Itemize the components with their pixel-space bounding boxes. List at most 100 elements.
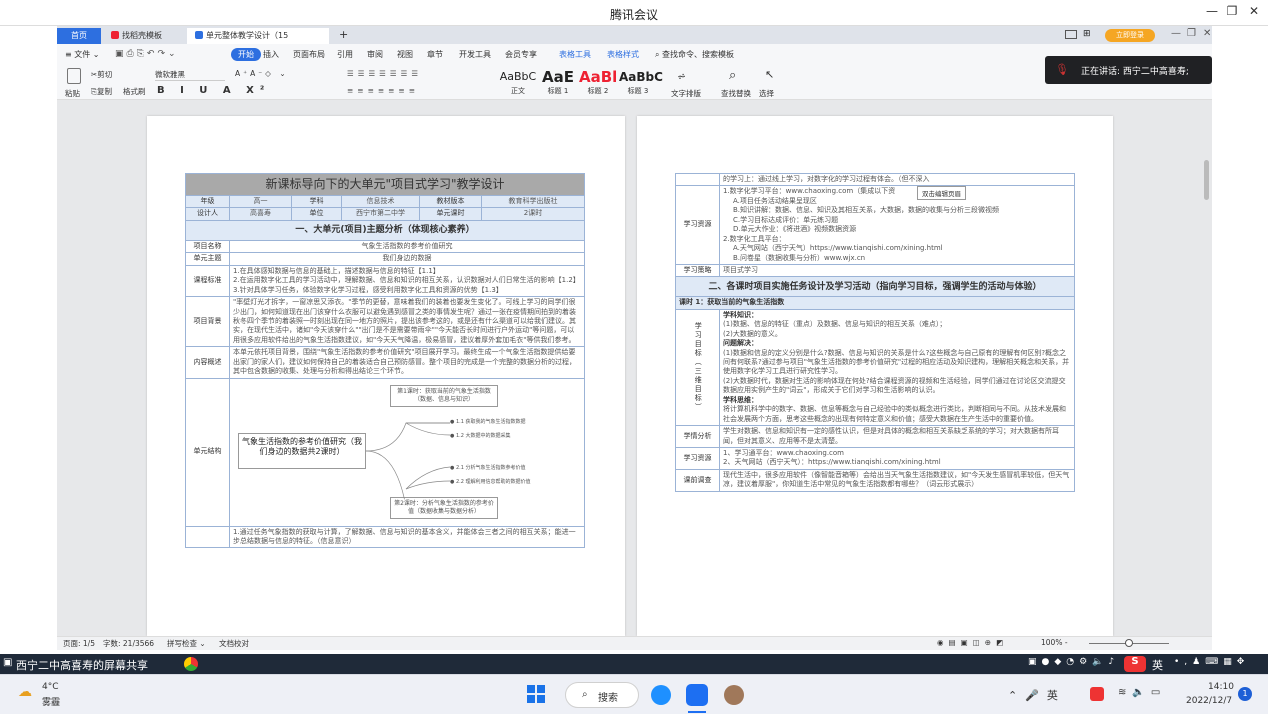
style-normal[interactable]: AaBbC 正文 (499, 68, 537, 96)
analysis-label: 学情分析 (675, 425, 720, 448)
strategy-value[interactable]: 项目式学习 (719, 263, 1075, 278)
resources-value[interactable]: 1.数字化学习平台：www.chaoxing.com（集成以下资 A.项目任务活… (719, 185, 1075, 265)
taskbar-search[interactable]: ⌕ 搜索 (565, 682, 639, 708)
spell-check[interactable]: 拼写检查 ⌄ (167, 638, 206, 649)
style-h2[interactable]: AaBl 标题 2 (579, 68, 617, 96)
menu-reference[interactable]: 引用 (337, 49, 353, 60)
new-tab-button[interactable]: + (331, 28, 348, 44)
ime-mode[interactable]: 英 (1152, 657, 1163, 673)
survey-label: 课前调查 (675, 468, 720, 492)
survey-value[interactable]: 现代生活中，很多应用软件（像智能音箱等）会给出当天气象生活指数建议，如"今天发生… (719, 468, 1075, 492)
style-h1[interactable]: AaE 标题 1 (539, 68, 577, 96)
select-button[interactable]: 选择 (759, 88, 774, 99)
grade-value[interactable]: 高一 (229, 194, 292, 209)
copy-button[interactable]: ⎘复制 (91, 86, 112, 97)
view-mode-icons[interactable]: ◉▤▣◫⊕◩ (937, 638, 1008, 647)
structure-label: 单元结构 (185, 377, 230, 527)
window-close-icon[interactable]: ✕ (1203, 28, 1211, 39)
paste-icon[interactable] (67, 68, 81, 84)
menu-layout[interactable]: 页面布局 (293, 49, 325, 60)
font-style-buttons[interactable]: B I U A X² (157, 85, 270, 96)
edge-icon[interactable] (651, 685, 671, 705)
menu-chapter[interactable]: 章节 (427, 49, 443, 60)
word-count[interactable]: 字数: 21/3566 (103, 638, 154, 649)
notification-badge[interactable]: 1 (1238, 687, 1252, 701)
ime-toolbar-icons[interactable]: •,♟⌨▦✥ (1174, 657, 1249, 667)
find-icon: ⌕ (729, 68, 737, 83)
style-normal-preview: AaBbC (499, 70, 537, 83)
zoom-slider-handle[interactable] (1125, 639, 1133, 647)
scrollbar-thumb[interactable] (1204, 160, 1209, 200)
font-size-buttons[interactable]: A⁺A⁻◇ ⌄ (235, 69, 289, 78)
lesson-resources-value[interactable]: 1、学习通平台：www.chaoxing.com 2、天气网站（西宁天气）：ht… (719, 446, 1075, 470)
tencent-meeting-icon[interactable] (686, 684, 708, 706)
menu-file[interactable]: ≡ 文件 ⌄ (65, 49, 100, 60)
overview-value[interactable]: 本单元依托项目背景，围绕"气象生活指数的参考价值研究"项目展开学习。最终生成一个… (229, 346, 585, 379)
zoom-level[interactable]: 100% - (1041, 638, 1068, 647)
network-sound-icons[interactable]: ≋🔈▭ (1118, 687, 1166, 698)
windows-taskbar: ☁ 4°C 雾霾 ⌕ 搜索 ⌃🎤英 ≋🔈▭ 14:10 2022/12/7 1 (0, 674, 1268, 714)
close-button[interactable]: ✕ (1245, 4, 1263, 18)
project-name-value[interactable]: 气象生活指数的参考价值研究 (229, 239, 585, 254)
menu-dev[interactable]: 开发工具 (459, 49, 491, 60)
chrome-icon[interactable] (184, 657, 198, 671)
text-layout-button[interactable]: 文字排版 (671, 88, 701, 99)
standards-label: 课程标准 (185, 264, 230, 298)
designer-value[interactable]: 高喜寿 (229, 207, 292, 221)
login-button[interactable]: 立即登录 (1105, 29, 1155, 42)
textbook-value[interactable]: 教育科学出版社 (481, 194, 585, 209)
paste-label[interactable]: 粘贴 (65, 88, 80, 99)
search-command[interactable]: ⌕ 查找命令、搜索模板 (655, 49, 734, 60)
menu-member[interactable]: 会员专享 (505, 49, 537, 60)
menu-insert[interactable]: 插入 (263, 49, 279, 60)
start-icon[interactable] (527, 685, 545, 703)
goal-value[interactable]: 1.通过任务气象指数的获取与计算，了解数据、信息与知识的基本含义，并能体会三者之… (229, 525, 585, 549)
unit-org-value[interactable]: 西宁市第二中学 (341, 207, 420, 221)
cut-button[interactable]: ✂剪切 (91, 69, 112, 80)
menu-table-tools[interactable]: 表格工具 (559, 49, 591, 60)
lres-line-1: 1、学习通平台：www.chaoxing.com (723, 448, 844, 457)
maximize-button[interactable]: ❐ (1223, 4, 1241, 18)
objectives-value[interactable]: 学科知识： (1)数据、信息的特征（重点）及数据、信息与知识的相互关系（难点）；… (719, 308, 1075, 427)
find-replace-button[interactable]: 查找替换 (721, 88, 751, 99)
tab-document[interactable]: 单元整体教学设计（15版）.docx ✕ (187, 28, 329, 56)
layout-icon[interactable] (1065, 30, 1077, 39)
system-tray-icons[interactable]: ⌃🎤英 (1008, 687, 1066, 703)
weather-temp[interactable]: 4°C (42, 682, 59, 692)
subject-value[interactable]: 信息技术 (341, 194, 420, 209)
antivirus-icon[interactable] (1090, 687, 1104, 701)
standards-value[interactable]: 1.在具体感知数据与信息的基础上，描述数据与信息的特征【1.1】 2.在运用数字… (229, 264, 585, 298)
weather-desc[interactable]: 雾霾 (42, 695, 60, 708)
paragraph-buttons[interactable]: ☰☰☰☰☰☰☰ (347, 69, 422, 78)
weather-icon[interactable]: ☁ (18, 684, 32, 700)
sogou-ime-icon[interactable]: S (1124, 656, 1146, 672)
tab-template[interactable]: 找稻壳模板 (103, 28, 185, 44)
goal-line-2: (1)数据、信息的特征（重点）及数据、信息与知识的相互关系（难点）； (723, 320, 947, 329)
style-h3[interactable]: AaBbC 标题 3 (619, 68, 663, 96)
menu-table-style[interactable]: 表格样式 (607, 49, 639, 60)
menu-review[interactable]: 审阅 (367, 49, 383, 60)
minimize-button[interactable]: — (1203, 4, 1221, 18)
menu-view[interactable]: 视图 (397, 49, 413, 60)
background-value[interactable]: "率壁灯光才拆字，一窗凉思又添衣。"季节的更替，意味着我们的装着也要发生变化了。… (229, 296, 585, 348)
lessons-value[interactable]: 2课时 (481, 207, 585, 221)
format-painter-button[interactable]: 格式刷 (123, 86, 146, 97)
menu-home[interactable]: 开始 (231, 48, 261, 61)
clock-time[interactable]: 14:10 (1208, 682, 1234, 692)
tab-home[interactable]: 首页 (57, 28, 101, 44)
window-restore-icon[interactable]: ❐ (1187, 28, 1196, 39)
font-select[interactable]: 微软雅黑 (155, 69, 225, 81)
unit-theme-value[interactable]: 我们身边的数据 (229, 252, 585, 266)
grid-icon[interactable]: ⊞ (1083, 29, 1091, 39)
quick-access-icons[interactable]: ▣⎙⎘↶↷⌄ (115, 49, 179, 59)
avatar[interactable] (724, 685, 744, 705)
window-min-icon[interactable]: — (1171, 28, 1181, 39)
clock-date[interactable]: 2022/12/7 (1186, 696, 1232, 706)
analysis-value[interactable]: 学生对数据、信息和知识有一定的感性认识，但是对具体的概念和相互关系缺乏系统的学习… (719, 425, 1075, 448)
align-buttons[interactable]: ≡≡≡≡≡≡≡ (347, 86, 419, 95)
tray-icons[interactable]: ▣●◆◔⚙🔈♪ (1028, 657, 1119, 667)
shared-screen: 首页 找稻壳模板 单元整体教学设计（15版）.docx ✕ + ⊞ 立即登录 —… (57, 26, 1212, 650)
doc-proof[interactable]: 文档校对 (219, 638, 249, 649)
structure-diagram[interactable]: 气象生活指数的参考价值研究（我们身边的数据共2课时） 第1课时：获取当前的气象生… (229, 377, 585, 527)
top-text[interactable]: 的学习上：通过线上学习，对数字化的学习过程有体会。（但不深入 (719, 172, 1075, 187)
